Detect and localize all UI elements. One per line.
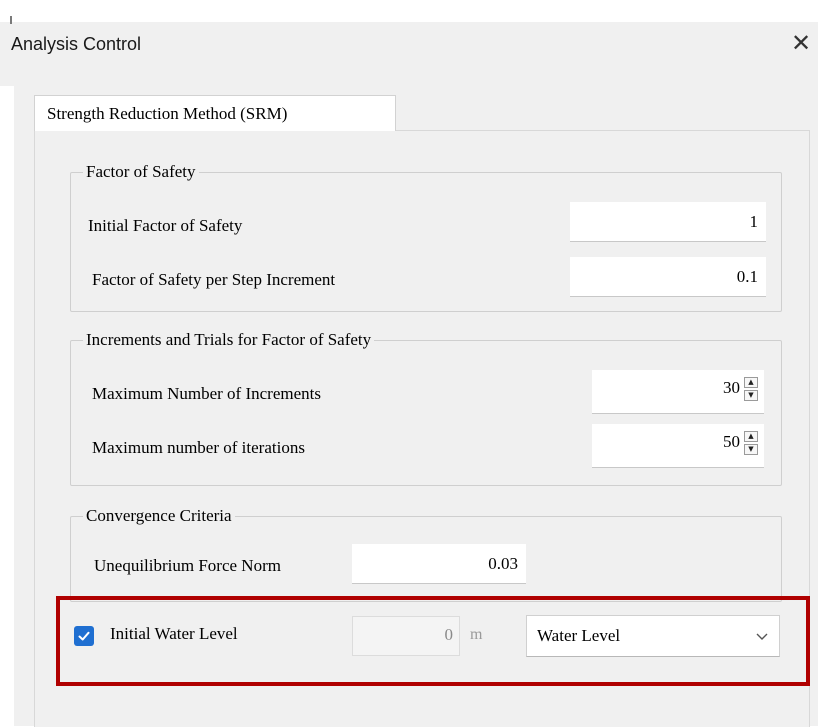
group-legend: Increments and Trials for Factor of Safe… [86,330,372,349]
spin-down-icon[interactable]: ▼ [744,390,758,401]
max-increments-label: Maximum Number of Increments [92,384,321,403]
stepper-value: 30 [723,378,740,397]
water-level-select[interactable]: Water Level [526,615,780,657]
group-legend: Convergence Criteria [86,506,232,525]
water-level-label: Initial Water Level [110,624,238,643]
tab-label: Strength Reduction Method (SRM) [47,103,288,123]
select-value: Water Level [537,626,621,645]
fos-step-input[interactable] [570,257,766,297]
dialog-title: Analysis Control [11,34,142,54]
spin-down-icon[interactable]: ▼ [744,444,758,455]
group-legend: Factor of Safety [86,162,196,181]
tab-srm[interactable]: Strength Reduction Method (SRM) [34,95,396,131]
max-iterations-stepper[interactable]: 50 ▲ ▼ [592,424,764,468]
force-norm-input[interactable] [352,544,526,584]
close-icon[interactable]: ✕ [786,26,816,60]
spin-up-icon[interactable]: ▲ [744,377,758,388]
stepper-value: 50 [723,432,740,451]
fos-step-label: Factor of Safety per Step Increment [92,270,336,289]
top-strip [0,0,818,22]
max-iterations-label: Maximum number of iterations [92,438,305,457]
stepper-buttons: ▲ ▼ [744,377,760,403]
water-level-value-field: 0 [352,616,460,656]
max-increments-stepper[interactable]: 30 ▲ ▼ [592,370,764,414]
stepper-buttons: ▲ ▼ [744,431,760,457]
initial-fos-input[interactable] [570,202,766,242]
unit-label: m [470,626,483,643]
window-corner [10,16,12,24]
initial-fos-label: Initial Factor of Safety [88,216,243,235]
chevron-down-icon [756,633,768,640]
spin-up-icon[interactable]: ▲ [744,431,758,442]
force-norm-label: Unequilibrium Force Norm [94,556,281,575]
water-level-checkbox[interactable] [74,626,94,646]
left-edge [0,86,14,726]
checkmark-icon [78,631,90,641]
